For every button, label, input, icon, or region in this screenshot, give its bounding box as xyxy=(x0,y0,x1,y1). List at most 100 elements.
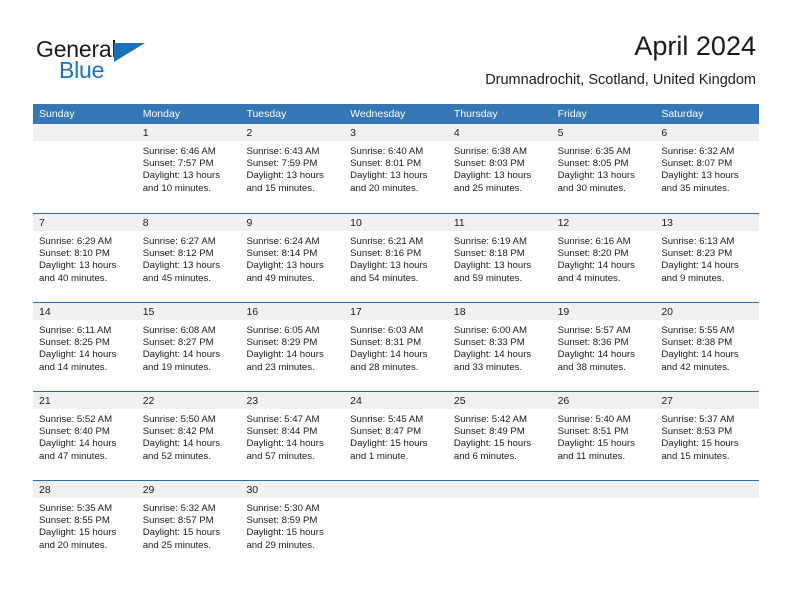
calendar-day-cell[interactable]: 9 Sunrise: 6:24 AM Sunset: 8:14 PM Dayli… xyxy=(240,214,345,301)
calendar-day-cell[interactable] xyxy=(551,481,656,568)
sunset-text: Sunset: 8:57 PM xyxy=(142,515,214,527)
calendar-day-cell[interactable]: 16 Sunrise: 6:05 AM Sunset: 8:29 PM Dayl… xyxy=(240,303,345,390)
day-number: 2 xyxy=(240,124,345,141)
day-number xyxy=(344,481,448,498)
sunrise-text: Sunrise: 6:40 AM xyxy=(350,146,424,157)
calendar-day-cell[interactable]: 1 Sunrise: 6:46 AM Sunset: 7:57 PM Dayli… xyxy=(136,124,241,211)
sunrise-text: Sunrise: 6:32 AM xyxy=(661,146,735,157)
calendar-day-cell[interactable] xyxy=(33,124,137,211)
page-title: April 2024 xyxy=(634,31,756,61)
day-number: 4 xyxy=(447,124,552,141)
day-details: Sunrise: 6:40 AM Sunset: 8:01 PM Dayligh… xyxy=(344,141,448,195)
day-details: Sunrise: 6:35 AM Sunset: 8:05 PM Dayligh… xyxy=(552,141,656,195)
sunset-text: Sunset: 8:59 PM xyxy=(246,515,318,527)
day-details: Sunrise: 5:50 AM Sunset: 8:42 PM Dayligh… xyxy=(137,409,241,463)
day-details: Sunrise: 6:13 AM Sunset: 8:23 PM Dayligh… xyxy=(655,231,759,285)
sunrise-text: Sunrise: 6:11 AM xyxy=(39,325,112,336)
day-details: Sunrise: 6:00 AM Sunset: 8:33 PM Dayligh… xyxy=(448,320,552,374)
calendar-page: General Blue April 2024 Drumnadrochit, S… xyxy=(0,0,792,612)
sunrise-text: Sunrise: 5:52 AM xyxy=(39,414,113,425)
calendar-day-cell[interactable]: 11 Sunrise: 6:19 AM Sunset: 8:18 PM Dayl… xyxy=(447,214,552,301)
general-blue-logo[interactable]: General Blue xyxy=(36,36,266,88)
day-details: Sunrise: 5:40 AM Sunset: 8:51 PM Dayligh… xyxy=(552,409,656,463)
sunset-text: Sunset: 8:12 PM xyxy=(142,248,214,260)
sunset-text: Sunset: 8:03 PM xyxy=(453,158,525,170)
calendar-day-cell[interactable]: 25 Sunrise: 5:42 AM Sunset: 8:49 PM Dayl… xyxy=(447,392,552,479)
calendar-day-cell[interactable]: 2 Sunrise: 6:43 AM Sunset: 7:59 PM Dayli… xyxy=(240,124,345,211)
day-details: Sunrise: 5:55 AM Sunset: 8:38 PM Dayligh… xyxy=(655,320,759,374)
sunrise-text: Sunrise: 6:00 AM xyxy=(453,325,527,336)
calendar-day-cell[interactable]: 20 Sunrise: 5:55 AM Sunset: 8:38 PM Dayl… xyxy=(655,303,760,390)
calendar-day-cell[interactable]: 17 Sunrise: 6:03 AM Sunset: 8:31 PM Dayl… xyxy=(344,303,448,390)
calendar-day-cell[interactable]: 6 Sunrise: 6:32 AM Sunset: 8:07 PM Dayli… xyxy=(655,124,760,211)
calendar-week-row: 1 Sunrise: 6:46 AM Sunset: 7:57 PM Dayli… xyxy=(33,124,760,213)
calendar-day-cell[interactable]: 10 Sunrise: 6:21 AM Sunset: 8:16 PM Dayl… xyxy=(344,214,448,301)
calendar-week-row: 7 Sunrise: 6:29 AM Sunset: 8:10 PM Dayli… xyxy=(33,213,760,302)
day-details: Sunrise: 6:46 AM Sunset: 7:57 PM Dayligh… xyxy=(137,141,241,195)
daylight-text-line2: and 35 minutes. xyxy=(661,182,730,194)
weekday-header-saturday: Saturday xyxy=(661,108,704,120)
calendar-day-cell[interactable]: 8 Sunrise: 6:27 AM Sunset: 8:12 PM Dayli… xyxy=(136,214,241,301)
calendar-week-row: 14 Sunrise: 6:11 AM Sunset: 8:25 PM Dayl… xyxy=(33,302,760,391)
day-number: 10 xyxy=(344,214,448,231)
sunset-text: Sunset: 8:31 PM xyxy=(350,337,422,349)
daylight-text-line1: Daylight: 13 hours xyxy=(246,260,324,272)
daylight-text-line1: Daylight: 14 hours xyxy=(557,260,635,272)
daylight-text-line2: and 40 minutes. xyxy=(39,272,108,284)
day-details: Sunrise: 5:35 AM Sunset: 8:55 PM Dayligh… xyxy=(33,498,137,552)
day-details: Sunrise: 5:45 AM Sunset: 8:47 PM Dayligh… xyxy=(344,409,448,463)
logo-triangle-icon xyxy=(114,43,145,62)
day-number: 23 xyxy=(240,392,345,409)
calendar-day-cell[interactable]: 12 Sunrise: 6:16 AM Sunset: 8:20 PM Dayl… xyxy=(551,214,656,301)
calendar-day-cell[interactable]: 13 Sunrise: 6:13 AM Sunset: 8:23 PM Dayl… xyxy=(655,214,760,301)
calendar-day-cell[interactable] xyxy=(655,481,760,568)
calendar-day-cell[interactable]: 21 Sunrise: 5:52 AM Sunset: 8:40 PM Dayl… xyxy=(33,392,137,479)
day-number xyxy=(655,481,760,498)
day-number: 5 xyxy=(551,124,656,141)
daylight-text-line1: Daylight: 15 hours xyxy=(246,527,324,539)
calendar-day-cell[interactable] xyxy=(344,481,448,568)
calendar-day-cell[interactable]: 18 Sunrise: 6:00 AM Sunset: 8:33 PM Dayl… xyxy=(447,303,552,390)
daylight-text-line2: and 52 minutes. xyxy=(142,450,211,462)
day-number: 21 xyxy=(33,392,137,409)
daylight-text-line2: and 33 minutes. xyxy=(453,361,523,373)
day-number: 12 xyxy=(551,214,656,231)
day-details: Sunrise: 6:19 AM Sunset: 8:18 PM Dayligh… xyxy=(448,231,552,285)
calendar-day-cell[interactable]: 30 Sunrise: 5:30 AM Sunset: 8:59 PM Dayl… xyxy=(240,481,345,568)
calendar-day-cell[interactable]: 7 Sunrise: 6:29 AM Sunset: 8:10 PM Dayli… xyxy=(33,214,137,301)
daylight-text-line1: Daylight: 13 hours xyxy=(350,260,428,272)
sunset-text: Sunset: 8:20 PM xyxy=(557,248,629,260)
day-details: Sunrise: 6:16 AM Sunset: 8:20 PM Dayligh… xyxy=(552,231,656,285)
calendar-day-cell[interactable]: 5 Sunrise: 6:35 AM Sunset: 8:05 PM Dayli… xyxy=(551,124,656,211)
calendar-day-cell[interactable]: 14 Sunrise: 6:11 AM Sunset: 8:25 PM Dayl… xyxy=(33,303,137,390)
calendar-day-cell[interactable]: 22 Sunrise: 5:50 AM Sunset: 8:42 PM Dayl… xyxy=(136,392,241,479)
daylight-text-line1: Daylight: 14 hours xyxy=(557,349,635,361)
daylight-text-line1: Daylight: 15 hours xyxy=(661,438,739,450)
daylight-text-line1: Daylight: 15 hours xyxy=(453,438,532,450)
calendar-day-cell[interactable]: 26 Sunrise: 5:40 AM Sunset: 8:51 PM Dayl… xyxy=(551,392,656,479)
daylight-text-line2: and 28 minutes. xyxy=(350,361,419,373)
calendar-day-cell[interactable]: 28 Sunrise: 5:35 AM Sunset: 8:55 PM Dayl… xyxy=(33,481,137,568)
calendar-day-cell[interactable]: 3 Sunrise: 6:40 AM Sunset: 8:01 PM Dayli… xyxy=(344,124,448,211)
day-number xyxy=(447,481,552,498)
calendar-day-cell[interactable]: 19 Sunrise: 5:57 AM Sunset: 8:36 PM Dayl… xyxy=(551,303,656,390)
calendar-day-cell[interactable]: 27 Sunrise: 5:37 AM Sunset: 8:53 PM Dayl… xyxy=(655,392,760,479)
calendar-day-cell[interactable]: 15 Sunrise: 6:08 AM Sunset: 8:27 PM Dayl… xyxy=(136,303,241,390)
calendar-day-cell[interactable]: 4 Sunrise: 6:38 AM Sunset: 8:03 PM Dayli… xyxy=(447,124,552,211)
sunset-text: Sunset: 8:18 PM xyxy=(453,248,525,260)
day-details: Sunrise: 6:05 AM Sunset: 8:29 PM Dayligh… xyxy=(240,320,344,374)
calendar-day-cell[interactable]: 23 Sunrise: 5:47 AM Sunset: 8:44 PM Dayl… xyxy=(240,392,345,479)
calendar-day-cell[interactable]: 24 Sunrise: 5:45 AM Sunset: 8:47 PM Dayl… xyxy=(344,392,448,479)
sunset-text: Sunset: 8:05 PM xyxy=(557,158,629,170)
calendar-day-cell[interactable] xyxy=(447,481,552,568)
day-number: 8 xyxy=(136,214,241,231)
day-number: 11 xyxy=(447,214,552,231)
weekday-header-friday: Friday xyxy=(557,108,587,120)
day-details: Sunrise: 6:43 AM Sunset: 7:59 PM Dayligh… xyxy=(240,141,344,195)
daylight-text-line2: and 42 minutes. xyxy=(661,361,730,373)
calendar-day-cell[interactable]: 29 Sunrise: 5:32 AM Sunset: 8:57 PM Dayl… xyxy=(136,481,241,568)
page-header: General Blue April 2024 Drumnadrochit, S… xyxy=(0,0,792,100)
daylight-text-line2: and 15 minutes. xyxy=(661,450,730,462)
weekday-header-thursday: Thursday xyxy=(453,108,498,120)
day-number: 28 xyxy=(33,481,137,498)
